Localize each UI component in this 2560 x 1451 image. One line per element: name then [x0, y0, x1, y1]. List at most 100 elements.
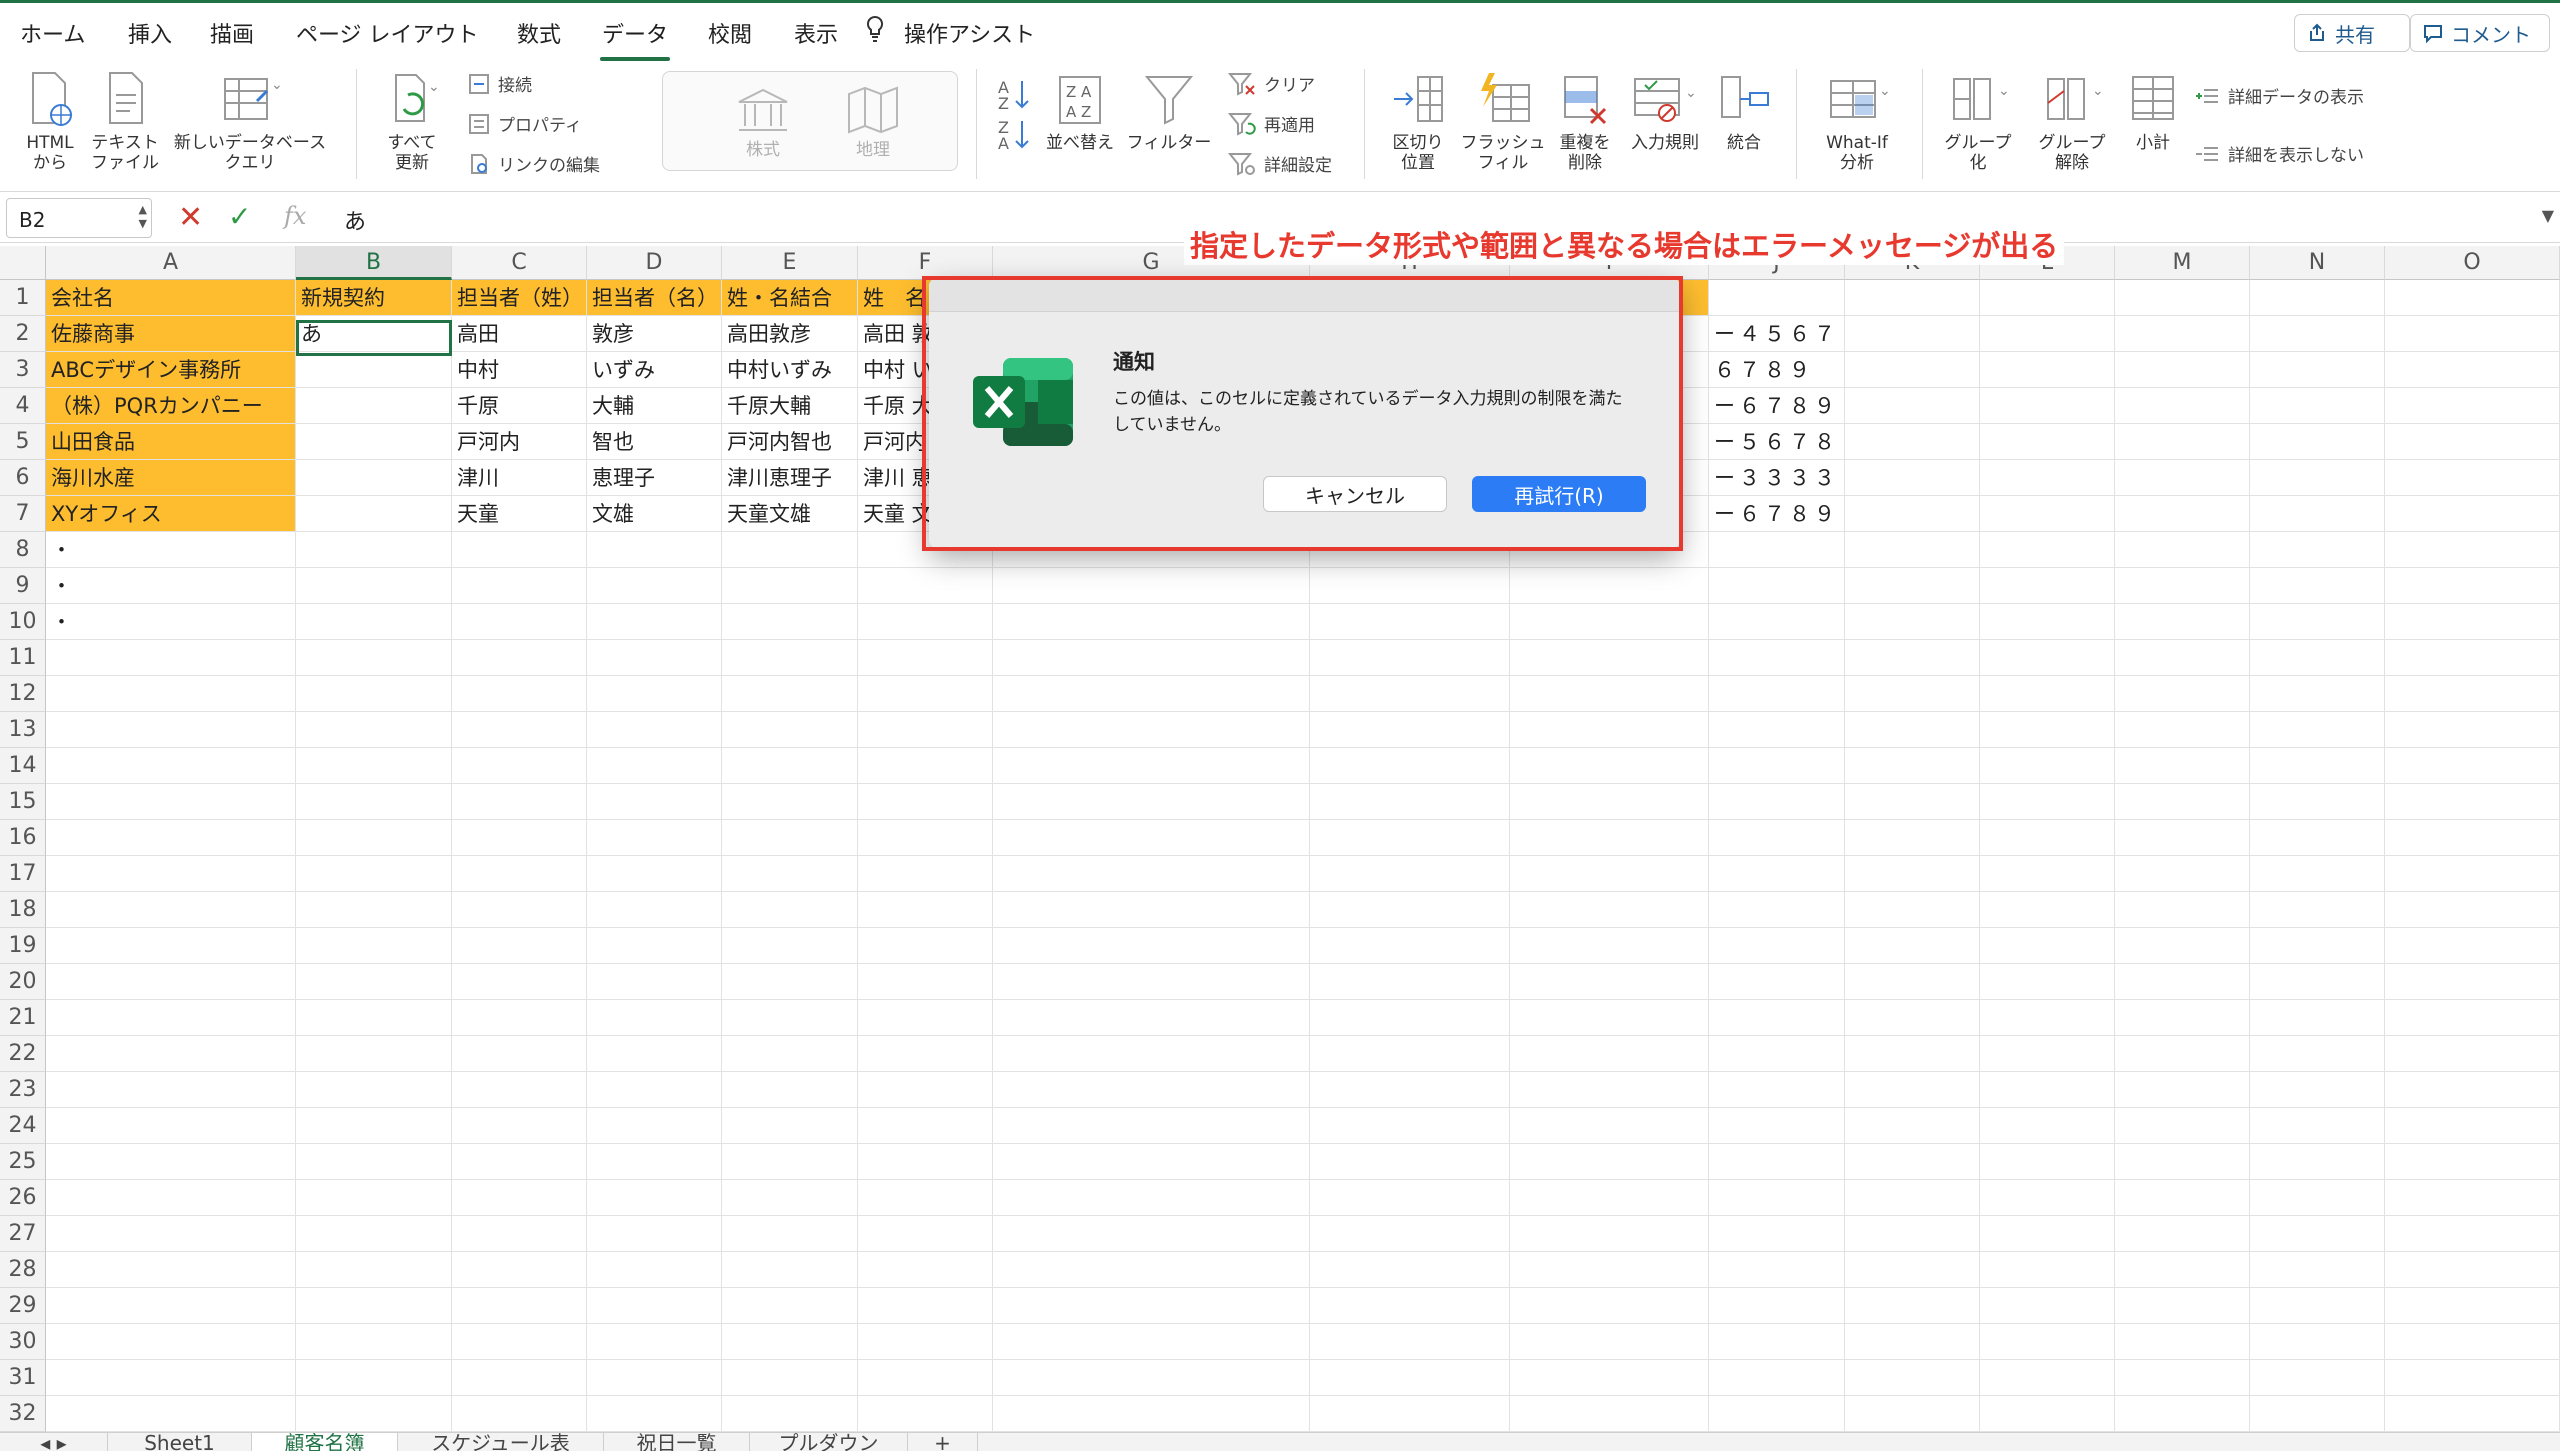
cell[interactable]	[722, 1288, 858, 1324]
cell[interactable]	[722, 1396, 858, 1432]
cell[interactable]: 天童	[452, 496, 587, 532]
row-header[interactable]: 25	[0, 1144, 46, 1180]
cell[interactable]	[1980, 964, 2115, 1000]
cell[interactable]	[2250, 1252, 2385, 1288]
cell[interactable]	[2385, 604, 2560, 640]
column-header-f[interactable]: F	[858, 246, 993, 280]
cell[interactable]	[2115, 1000, 2250, 1036]
cell[interactable]	[296, 496, 452, 532]
cell[interactable]	[1980, 568, 2115, 604]
cell[interactable]	[296, 1288, 452, 1324]
cell[interactable]	[1510, 1288, 1709, 1324]
cell[interactable]	[1510, 676, 1709, 712]
cell[interactable]	[1510, 1036, 1709, 1072]
row-header[interactable]: 1	[0, 280, 46, 316]
clear-filter-button[interactable]: クリア	[1228, 71, 1315, 96]
cell[interactable]	[858, 928, 993, 964]
cell[interactable]	[1510, 1000, 1709, 1036]
cell[interactable]	[1845, 568, 1980, 604]
cell[interactable]	[993, 604, 1310, 640]
cell[interactable]: 中村	[452, 352, 587, 388]
cancel-entry-icon[interactable]: ✕	[178, 200, 203, 235]
column-header-b[interactable]: B	[296, 246, 452, 280]
cell[interactable]	[1310, 640, 1510, 676]
cell[interactable]	[2115, 1324, 2250, 1360]
cell[interactable]	[296, 640, 452, 676]
cell[interactable]	[1845, 1216, 1980, 1252]
cell[interactable]	[1709, 280, 1845, 316]
cell[interactable]	[2385, 1000, 2560, 1036]
cell[interactable]	[1980, 1072, 2115, 1108]
cell[interactable]	[452, 1000, 587, 1036]
cell[interactable]	[1980, 316, 2115, 352]
tab-formulas[interactable]: 数式	[517, 17, 561, 49]
formula-input[interactable]: あ	[344, 204, 366, 236]
cell[interactable]	[587, 1108, 722, 1144]
cell[interactable]	[2385, 712, 2560, 748]
cell[interactable]	[2385, 892, 2560, 928]
cell[interactable]	[722, 892, 858, 928]
cell[interactable]	[1845, 1360, 1980, 1396]
cell[interactable]	[993, 1108, 1310, 1144]
cell[interactable]	[1980, 1324, 2115, 1360]
dialog-titlebar[interactable]	[929, 278, 1680, 312]
cell[interactable]	[2115, 1180, 2250, 1216]
sheet-tab[interactable]: スケジュール表	[398, 1433, 604, 1451]
row-header[interactable]: 17	[0, 856, 46, 892]
cell[interactable]	[2115, 1396, 2250, 1432]
cell[interactable]	[858, 568, 993, 604]
cell[interactable]	[2115, 604, 2250, 640]
cell[interactable]	[1980, 1036, 2115, 1072]
cell[interactable]	[1845, 928, 1980, 964]
cell[interactable]	[993, 1360, 1310, 1396]
cell[interactable]	[587, 856, 722, 892]
cell[interactable]	[1845, 496, 1980, 532]
cell[interactable]	[452, 568, 587, 604]
cell[interactable]	[1709, 1144, 1845, 1180]
cell[interactable]	[2115, 784, 2250, 820]
cell[interactable]	[296, 1180, 452, 1216]
cell[interactable]	[2385, 496, 2560, 532]
cell[interactable]	[722, 1108, 858, 1144]
cell[interactable]	[993, 1396, 1310, 1432]
cell[interactable]	[858, 1072, 993, 1108]
row-header[interactable]: 24	[0, 1108, 46, 1144]
cell[interactable]	[2385, 640, 2560, 676]
cell[interactable]	[1709, 784, 1845, 820]
ungroup-button[interactable]: ⌄ グループ 解除	[2026, 71, 2118, 173]
cell[interactable]	[296, 1252, 452, 1288]
cell[interactable]	[1845, 784, 1980, 820]
cell[interactable]	[1310, 1180, 1510, 1216]
remove-duplicates-button[interactable]: 重複を 削除	[1548, 71, 1622, 173]
row-header[interactable]: 7	[0, 496, 46, 532]
cell[interactable]	[858, 640, 993, 676]
cell[interactable]: 千原	[452, 388, 587, 424]
cell[interactable]	[1510, 640, 1709, 676]
cell[interactable]	[452, 640, 587, 676]
cell[interactable]	[2250, 820, 2385, 856]
cell[interactable]	[296, 1360, 452, 1396]
cell[interactable]	[993, 712, 1310, 748]
cell[interactable]	[2385, 568, 2560, 604]
cell[interactable]	[1510, 1360, 1709, 1396]
advanced-filter-button[interactable]: 詳細設定	[1228, 151, 1332, 176]
cell[interactable]	[1845, 1036, 1980, 1072]
cell[interactable]	[1510, 1216, 1709, 1252]
new-database-query-button[interactable]: ⌄ 新しいデータベース クエリ	[168, 71, 332, 173]
cell[interactable]	[452, 1180, 587, 1216]
cell[interactable]	[858, 1144, 993, 1180]
cell[interactable]	[1980, 604, 2115, 640]
cell[interactable]	[1845, 316, 1980, 352]
cell[interactable]	[858, 1360, 993, 1396]
cell[interactable]	[1980, 856, 2115, 892]
cell[interactable]	[2115, 1216, 2250, 1252]
comments-button[interactable]: コメント	[2410, 14, 2550, 52]
sort-az-button[interactable]: AZZA	[994, 77, 1034, 157]
what-if-analysis-button[interactable]: ⌄ What-If 分析	[1810, 71, 1904, 173]
cell[interactable]	[2250, 1180, 2385, 1216]
cell[interactable]	[1845, 460, 1980, 496]
cell[interactable]	[1845, 712, 1980, 748]
row-header[interactable]: 8	[0, 532, 46, 568]
row-header[interactable]: 21	[0, 1000, 46, 1036]
filter-button[interactable]: フィルター	[1124, 71, 1214, 153]
